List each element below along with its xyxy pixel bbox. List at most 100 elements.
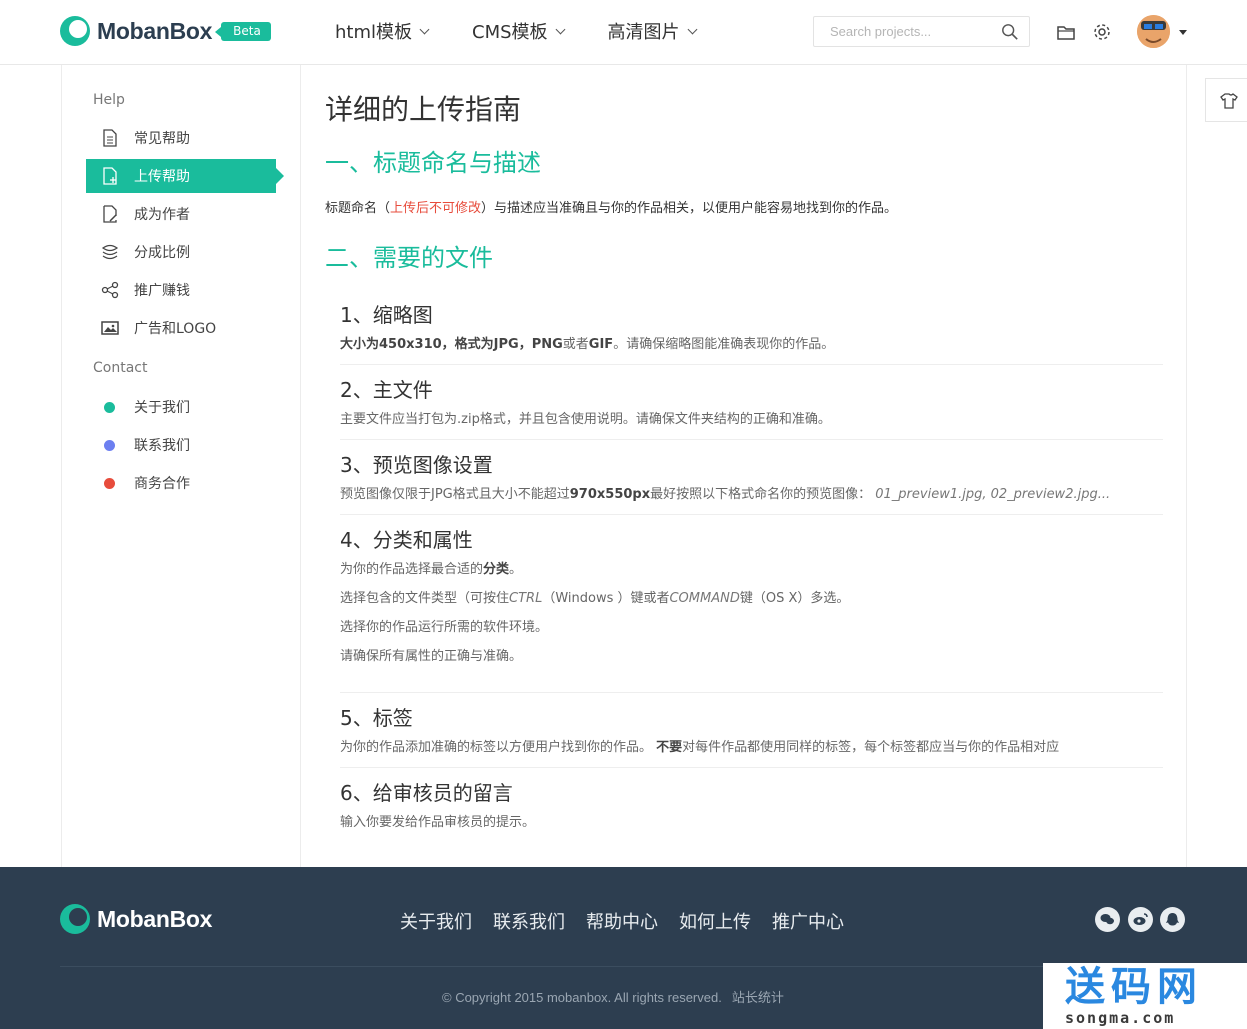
- section-title-naming: 一、标题命名与描述: [325, 149, 541, 177]
- sidebar-item-label: 上传帮助: [134, 169, 190, 185]
- sidebar-heading-contact: Contact: [93, 360, 148, 376]
- footer-link-contact[interactable]: 联系我们: [493, 908, 565, 934]
- sidebar-divider: [300, 65, 301, 867]
- item-title: 4、分类和属性: [340, 528, 473, 552]
- item-desc-line: 选择你的作品运行所需的软件环境。: [340, 620, 549, 635]
- section-title-files: 二、需要的文件: [325, 244, 493, 272]
- sidebar-item-label: 成为作者: [134, 207, 190, 223]
- nav-cms-templates-label: CMS模板: [472, 22, 548, 43]
- blue-dot-icon: [104, 439, 115, 451]
- document-icon: [103, 129, 117, 147]
- footer-link-about[interactable]: 关于我们: [400, 908, 472, 934]
- item-desc: 主要文件应当打包为.zip格式，并且包含使用说明。请确保文件夹结构的正确和准确。: [340, 412, 831, 427]
- user-avatar[interactable]: [1137, 15, 1170, 48]
- sidebar-heading-help: Help: [93, 92, 125, 108]
- intro-text-after: ）与描述应当准确且与你的作品相关，以便用户能容易地找到你的作品。: [481, 201, 898, 216]
- item-title: 2、主文件: [340, 378, 433, 402]
- footer-link-promote[interactable]: 推广中心: [772, 908, 844, 934]
- item-desc: 输入你要发给作品审核员的提示。: [340, 815, 536, 830]
- chevron-down-icon: [555, 24, 565, 34]
- sidebar-item-become-author[interactable]: 成为作者: [86, 197, 276, 231]
- file-requirement-category: 4、分类和属性 为你的作品选择最合适的分类。 选择包含的文件类型（可按住CTRL…: [340, 524, 1163, 693]
- green-dot-icon: [104, 401, 115, 413]
- chevron-down-icon: [419, 24, 430, 34]
- image-icon: [101, 321, 119, 335]
- footer-nav: 关于我们 联系我们 帮助中心 如何上传 推广中心: [400, 908, 865, 934]
- side-float-tab[interactable]: [1205, 78, 1247, 122]
- sidebar-item-label: 联系我们: [134, 438, 190, 454]
- nav-html-templates[interactable]: html模板: [335, 18, 430, 44]
- sidebar-item-business[interactable]: 商务合作: [86, 466, 276, 500]
- item-desc-bold: 不要: [656, 740, 683, 755]
- item-desc-bold: 970x550px: [569, 487, 651, 502]
- item-desc-text: 为你的作品选择最合适的: [340, 562, 484, 577]
- file-requirement-tags: 5、标签 为你的作品添加准确的标签以方便用户找到你的作品。 不要对每件作品都使用…: [340, 702, 1163, 768]
- gear-icon[interactable]: [1092, 22, 1112, 42]
- intro-warning: 上传后不可修改: [390, 201, 482, 216]
- item-desc-text: 预览图像仅限于JPG格式且大小不能超过: [340, 487, 570, 502]
- sidebar-item-label: 分成比例: [134, 245, 190, 261]
- tshirt-icon: [1220, 93, 1238, 109]
- item-desc-italic: 01_preview1.jpg, 02_preview2.jpg...: [875, 487, 1111, 502]
- nav-html-templates-label: html模板: [335, 22, 413, 43]
- logo-mark-icon: [60, 904, 90, 934]
- item-desc-italic: CTRL: [509, 591, 543, 606]
- sidebar-item-contact-us[interactable]: 联系我们: [86, 428, 276, 462]
- logo-mark-icon: [60, 16, 90, 46]
- edit-document-icon: [103, 205, 117, 223]
- file-requirement-main-file: 2、主文件 主要文件应当打包为.zip格式，并且包含使用说明。请确保文件夹结构的…: [340, 374, 1163, 440]
- red-dot-icon: [104, 477, 115, 489]
- footer-link-help[interactable]: 帮助中心: [586, 908, 658, 934]
- qq-icon[interactable]: [1160, 907, 1185, 932]
- item-title: 1、缩略图: [340, 303, 433, 327]
- frame-divider-left: [61, 65, 62, 867]
- search-icon[interactable]: [1001, 23, 1019, 41]
- folder-icon[interactable]: [1056, 22, 1076, 42]
- nav-cms-templates[interactable]: CMS模板: [472, 18, 565, 44]
- copyright-label: © Copyright 2015 mobanbox. All rights re…: [442, 990, 722, 1005]
- sidebar-item-about-us[interactable]: 关于我们: [86, 390, 276, 424]
- item-desc-text: 键（OS X）多选。: [739, 591, 850, 606]
- watermark-badge: 送码网 songma.com: [1043, 963, 1247, 1029]
- sidebar-item-faq[interactable]: 常见帮助: [86, 121, 276, 155]
- item-desc-italic: COMMAND: [669, 591, 740, 606]
- watermark-title: 送码网: [1065, 964, 1203, 1010]
- page-title: 详细的上传指南: [325, 93, 522, 126]
- search-input[interactable]: [814, 17, 994, 46]
- footer-link-upload[interactable]: 如何上传: [679, 908, 751, 934]
- site-stats-link[interactable]: 站长统计: [732, 990, 784, 1005]
- caret-down-icon[interactable]: [1179, 30, 1187, 35]
- main-nav: html模板 CMS模板 高清图片: [335, 18, 740, 44]
- copyright-text: © Copyright 2015 mobanbox. All rights re…: [442, 987, 784, 1006]
- sidebar-item-revenue-share[interactable]: 分成比例: [86, 235, 276, 269]
- item-desc-text: 对每件作品都使用同样的标签，每个标签都应当与你的作品相对应: [682, 740, 1060, 755]
- item-title: 3、预览图像设置: [340, 453, 493, 477]
- item-desc-text: 。: [509, 562, 523, 577]
- sidebar-item-promote[interactable]: 推广赚钱: [86, 273, 276, 307]
- item-desc: 为你的作品添加准确的标签以方便用户找到你的作品。 不要对每件作品都使用同样的标签…: [340, 733, 1163, 762]
- brand-logo[interactable]: MobanBox Beta: [60, 16, 271, 46]
- item-desc-line: 选择包含的文件类型（可按住CTRL（Windows ）键或者COMMAND键（O…: [340, 584, 1163, 613]
- weibo-icon[interactable]: [1128, 907, 1153, 932]
- watermark-subtitle: songma.com: [1065, 1009, 1176, 1027]
- item-desc-text: 。请确保缩略图能准确表现你的作品。: [613, 337, 835, 352]
- sidebar-item-label: 广告和LOGO: [134, 321, 217, 337]
- sidebar-item-label: 商务合作: [134, 476, 190, 492]
- share-icon: [101, 281, 119, 299]
- stack-icon: [101, 244, 119, 260]
- nav-hd-images[interactable]: 高清图片: [607, 18, 697, 44]
- item-desc: 预览图像仅限于JPG格式且大小不能超过970x550px最好按照以下格式命名你的…: [340, 480, 1163, 509]
- file-requirement-preview: 3、预览图像设置 预览图像仅限于JPG格式且大小不能超过970x550px最好按…: [340, 449, 1163, 515]
- item-title: 6、给审核员的留言: [340, 781, 513, 805]
- sidebar-item-ads-logo[interactable]: 广告和LOGO: [86, 311, 276, 345]
- footer-logo[interactable]: MobanBox: [60, 904, 212, 934]
- nav-hd-images-label: 高清图片: [607, 22, 680, 43]
- item-desc-text: 或者: [562, 337, 589, 352]
- sidebar-item-upload-help[interactable]: 上传帮助: [86, 159, 284, 193]
- item-title: 5、标签: [340, 706, 413, 730]
- sidebar-item-label: 常见帮助: [134, 131, 190, 147]
- chevron-down-icon: [687, 24, 697, 34]
- item-desc-line: 为你的作品选择最合适的分类。: [340, 555, 1163, 584]
- item-desc-text: （Windows ）键或者: [542, 591, 670, 606]
- wechat-icon[interactable]: [1095, 907, 1120, 932]
